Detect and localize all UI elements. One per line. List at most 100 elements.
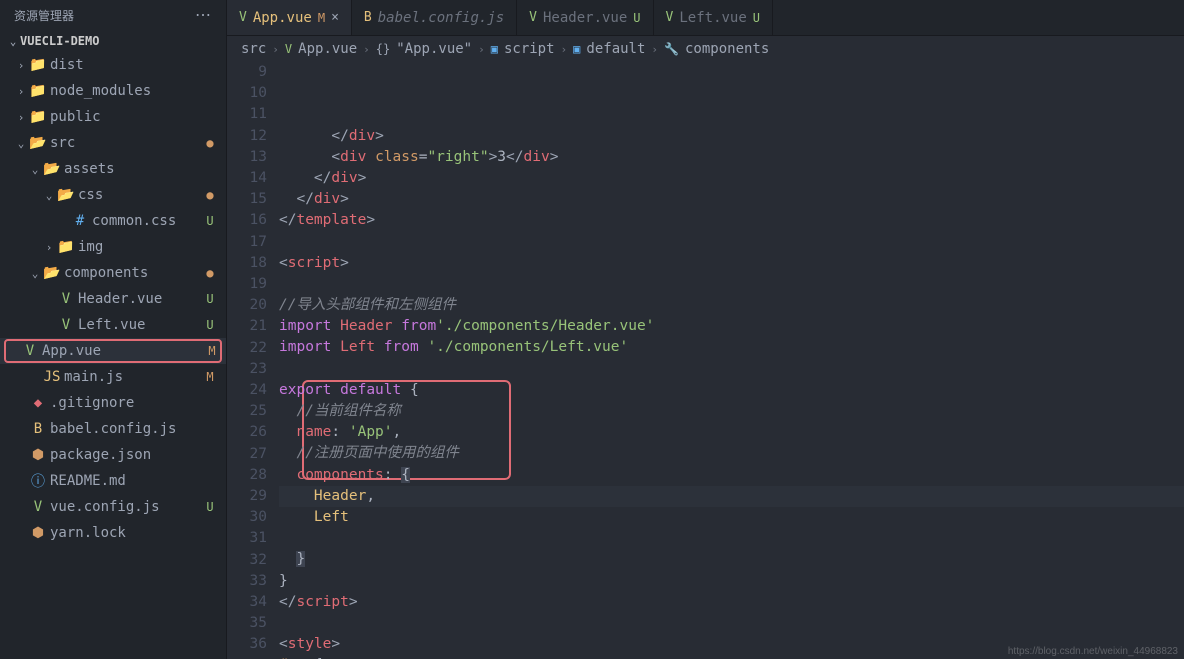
folder-icon: 📂 bbox=[42, 161, 62, 177]
breadcrumb-item[interactable]: "App.vue" bbox=[396, 41, 472, 57]
code-line[interactable] bbox=[279, 274, 1184, 295]
tab-App-vue[interactable]: VApp.vueM× bbox=[227, 0, 352, 35]
sidebar-title: 资源管理器 bbox=[14, 7, 74, 24]
breadcrumb-item[interactable]: script bbox=[504, 41, 555, 57]
chevron-icon: › bbox=[42, 241, 56, 254]
breadcrumb-separator: › bbox=[561, 43, 568, 56]
folder-img[interactable]: ›📁img bbox=[0, 234, 226, 260]
code-line[interactable]: } bbox=[279, 571, 1184, 592]
file--gitignore[interactable]: ◆.gitignore bbox=[0, 390, 226, 416]
folder-icon: 📂 bbox=[42, 265, 62, 281]
code-line[interactable]: </div> bbox=[279, 189, 1184, 210]
line-number: 35 bbox=[227, 613, 267, 634]
file-main-js[interactable]: JSmain.jsM bbox=[0, 364, 226, 390]
file-Left-vue[interactable]: VLeft.vueU bbox=[0, 312, 226, 338]
code-line[interactable]: </template> bbox=[279, 210, 1184, 231]
code-line[interactable]: components: { bbox=[279, 465, 1184, 486]
breadcrumb-item[interactable]: default bbox=[586, 41, 645, 57]
tab-status: U bbox=[633, 11, 640, 25]
line-number: 20 bbox=[227, 295, 267, 316]
file-icon: # bbox=[70, 213, 90, 229]
line-number: 10 bbox=[227, 83, 267, 104]
line-number: 33 bbox=[227, 571, 267, 592]
folder-components[interactable]: ⌄📂components● bbox=[0, 260, 226, 286]
folder-icon: 📂 bbox=[56, 187, 76, 203]
code-line[interactable] bbox=[279, 232, 1184, 253]
tab-label: Left.vue bbox=[679, 10, 746, 26]
code-line[interactable] bbox=[279, 359, 1184, 380]
code-line[interactable]: </div> bbox=[279, 126, 1184, 147]
code-line[interactable]: </div> bbox=[279, 168, 1184, 189]
code-line[interactable]: name: 'App', bbox=[279, 422, 1184, 443]
tab-Left-vue[interactable]: VLeft.vueU bbox=[654, 0, 774, 35]
tree-item-label: img bbox=[78, 239, 202, 255]
tab-babel-config-js[interactable]: Bbabel.config.js bbox=[352, 0, 517, 35]
tab-file-icon: V bbox=[529, 10, 537, 25]
breadcrumb-item[interactable]: components bbox=[685, 41, 769, 57]
close-icon[interactable]: × bbox=[331, 10, 339, 25]
chevron-icon: ⌄ bbox=[14, 137, 28, 150]
line-number: 17 bbox=[227, 232, 267, 253]
tree-item-label: yarn.lock bbox=[50, 525, 202, 541]
watermark: https://blog.csdn.net/weixin_44968823 bbox=[1008, 646, 1178, 657]
code-line[interactable]: <div class="right">3</div> bbox=[279, 147, 1184, 168]
code-line[interactable]: } bbox=[279, 549, 1184, 570]
tree-item-label: App.vue bbox=[42, 343, 204, 359]
file-Header-vue[interactable]: VHeader.vueU bbox=[0, 286, 226, 312]
line-number: 34 bbox=[227, 592, 267, 613]
code-line[interactable]: Left bbox=[279, 507, 1184, 528]
tab-Header-vue[interactable]: VHeader.vueU bbox=[517, 0, 653, 35]
tab-file-icon: V bbox=[666, 10, 674, 25]
file-common-css[interactable]: #common.cssU bbox=[0, 208, 226, 234]
tab-file-icon: B bbox=[364, 10, 372, 25]
breadcrumb-item[interactable]: src bbox=[241, 41, 266, 57]
tree-item-label: vue.config.js bbox=[50, 499, 202, 515]
line-number: 19 bbox=[227, 274, 267, 295]
line-number: 9 bbox=[227, 62, 267, 83]
code-line[interactable]: //导入头部组件和左侧组件 bbox=[279, 295, 1184, 316]
code-line[interactable]: <script> bbox=[279, 253, 1184, 274]
tab-label: babel.config.js bbox=[378, 10, 504, 26]
code-line[interactable] bbox=[279, 528, 1184, 549]
file-babel-config-js[interactable]: Bbabel.config.js bbox=[0, 416, 226, 442]
tree-item-label: src bbox=[50, 135, 202, 151]
folder-src[interactable]: ⌄📂src● bbox=[0, 130, 226, 156]
chevron-icon: › bbox=[14, 59, 28, 72]
file-App-vue[interactable]: VApp.vueM bbox=[0, 338, 226, 364]
code-line[interactable]: export default { bbox=[279, 380, 1184, 401]
more-icon[interactable]: ⋯ bbox=[195, 5, 212, 25]
code-line[interactable] bbox=[279, 613, 1184, 634]
breadcrumb-item[interactable]: App.vue bbox=[298, 41, 357, 57]
breadcrumb-icon: 🔧 bbox=[664, 42, 679, 56]
code-area[interactable]: </div> <div class="right">3</div> </div>… bbox=[279, 62, 1184, 659]
file-package-json[interactable]: ⬢package.json bbox=[0, 442, 226, 468]
file-README-md[interactable]: ⓘREADME.md bbox=[0, 468, 226, 494]
folder-dist[interactable]: ›📁dist bbox=[0, 52, 226, 78]
file-yarn-lock[interactable]: ⬢yarn.lock bbox=[0, 520, 226, 546]
folder-public[interactable]: ›📁public bbox=[0, 104, 226, 130]
folder-css[interactable]: ⌄📂css● bbox=[0, 182, 226, 208]
file-icon: ⓘ bbox=[28, 471, 48, 491]
tree-item-label: dist bbox=[50, 57, 202, 73]
line-number: 27 bbox=[227, 444, 267, 465]
folder-node_modules[interactable]: ›📁node_modules bbox=[0, 78, 226, 104]
tree-item-label: README.md bbox=[50, 473, 202, 489]
editor[interactable]: 9101112131415161718192021222324252627282… bbox=[227, 62, 1184, 659]
file-vue-config-js[interactable]: Vvue.config.jsU bbox=[0, 494, 226, 520]
line-number: 12 bbox=[227, 126, 267, 147]
project-root[interactable]: ⌄ VUECLI-DEMO bbox=[0, 30, 226, 52]
git-status: U bbox=[202, 500, 218, 514]
file-icon: B bbox=[28, 421, 48, 437]
code-line[interactable]: import Left from './components/Left.vue' bbox=[279, 337, 1184, 358]
file-icon: JS bbox=[42, 369, 62, 385]
code-line[interactable]: Header, bbox=[279, 486, 1184, 507]
folder-assets[interactable]: ⌄📂assets bbox=[0, 156, 226, 182]
line-number: 24 bbox=[227, 380, 267, 401]
tab-file-icon: V bbox=[239, 10, 247, 25]
code-line[interactable]: //注册页面中使用的组件 bbox=[279, 443, 1184, 464]
code-line[interactable]: import Header from'./components/Header.v… bbox=[279, 316, 1184, 337]
tree-item-label: common.css bbox=[92, 213, 202, 229]
tree-item-label: Left.vue bbox=[78, 317, 202, 333]
code-line[interactable]: </script> bbox=[279, 592, 1184, 613]
code-line[interactable]: //当前组件名称 bbox=[279, 401, 1184, 422]
